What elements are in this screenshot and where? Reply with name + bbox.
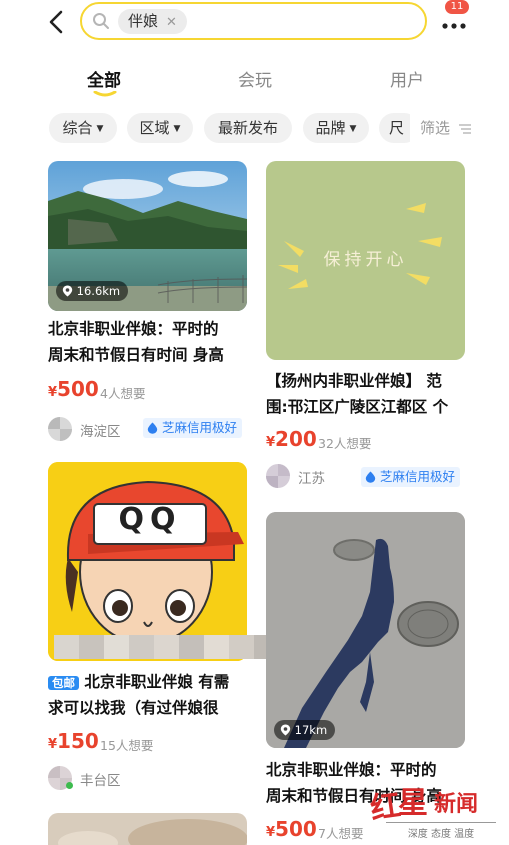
listing-photo-lake: 16.6km <box>48 161 247 311</box>
distance-text: 16.6km <box>76 284 121 298</box>
location-pin-icon <box>280 724 291 736</box>
credit-text: 芝麻信用极好 <box>379 469 455 484</box>
search-query-text: 伴娘 <box>128 12 159 30</box>
clear-chip-icon[interactable]: ✕ <box>166 15 177 30</box>
location-pin-icon <box>62 285 73 297</box>
watermark-slogan: 深度 态度 温度 <box>386 822 496 840</box>
online-status-dot <box>66 782 73 789</box>
sesame-credit-icon <box>365 471 376 483</box>
distance-text: 17km <box>294 723 328 737</box>
watermark-char: 星 <box>398 786 428 821</box>
price-value: 500 <box>275 817 317 841</box>
tab-users[interactable]: 用户 <box>390 66 424 91</box>
price-value: 500 <box>57 377 99 401</box>
more-options-icon[interactable] <box>440 12 468 32</box>
filter-comprehensive[interactable]: 综合 ▼ <box>49 113 117 143</box>
credit-badge: 芝麻信用极好 <box>361 467 460 487</box>
listing-title-line: 围:邗江区广陵区江都区 个 <box>266 398 449 416</box>
filter-brand-label: 品牌 <box>315 119 346 137</box>
tab-all[interactable]: 全部 <box>87 66 121 91</box>
search-icon <box>93 13 109 29</box>
filter-panel-label: 筛选 <box>420 119 451 137</box>
free-shipping-tag: 包邮 <box>48 676 79 690</box>
filter-latest[interactable]: 最新发布 <box>204 113 292 143</box>
caret-down-icon: ▼ <box>96 124 104 134</box>
listing-photo-qq: QQ <box>48 462 247 661</box>
listing-photo-partial[interactable] <box>48 813 247 845</box>
caret-down-icon: ▼ <box>173 124 181 134</box>
back-arrow-icon[interactable] <box>44 8 70 36</box>
partial-photo-image <box>48 813 247 845</box>
search-box[interactable]: 伴娘 ✕ <box>80 2 427 40</box>
image-caption: 保持开心 <box>323 250 408 270</box>
distance-badge: 16.6km <box>56 281 129 301</box>
price: ¥500 <box>266 817 317 841</box>
tab-play[interactable]: 会玩 <box>238 66 272 91</box>
shadow-street-image <box>266 512 465 748</box>
credit-text: 芝麻信用极好 <box>161 420 237 435</box>
listing-photo-shadow: 17km <box>266 512 465 748</box>
tab-active-underline <box>93 91 117 97</box>
want-count: 32人想要 <box>318 436 372 451</box>
listing-title-text: 北京非职业伴娘 有需 <box>84 673 230 691</box>
cap-logo-text: QQ <box>118 502 182 537</box>
listing-title-line: 周末和节假日有时间 身高 <box>48 346 224 364</box>
listing-photo-green: 保持开心 <box>266 161 465 360</box>
filter-panel-button[interactable]: 筛选 <box>410 113 509 143</box>
listing-title-line: 北京非职业伴娘：平时的 <box>266 761 437 779</box>
price: ¥500 <box>48 377 99 401</box>
seller-region: 江苏 <box>298 471 325 487</box>
filter-brand[interactable]: 品牌 ▼ <box>303 113 369 143</box>
price: ¥150 <box>48 729 99 753</box>
caret-down-icon: ▼ <box>349 124 357 134</box>
filter-lines-icon <box>458 124 471 134</box>
credit-badge: 芝麻信用极好 <box>143 418 242 438</box>
listing-title-line: 北京非职业伴娘：平时的 <box>48 320 219 338</box>
listing-card[interactable]: 保持开心 【扬州内非职业伴娘】 范 围:邗江区广陵区江都区 个 ¥200 32人… <box>266 161 465 491</box>
filter-area-label: 区域 <box>139 119 170 137</box>
seller-region: 丰台区 <box>80 773 121 789</box>
seller-region: 海淀区 <box>80 424 121 440</box>
price: ¥200 <box>266 427 317 451</box>
currency-symbol: ¥ <box>266 825 276 840</box>
currency-symbol: ¥ <box>48 737 58 752</box>
watermark-char: 新闻 <box>434 791 479 817</box>
listing-title-line: 包邮 北京非职业伴娘 有需 <box>48 669 247 695</box>
price-value: 150 <box>57 729 99 753</box>
price-value: 200 <box>275 427 317 451</box>
search-query-chip[interactable]: 伴娘 ✕ <box>118 9 187 34</box>
filter-latest-label: 最新发布 <box>217 119 278 137</box>
listing-card[interactable]: 16.6km 北京非职业伴娘：平时的 周末和节假日有时间 身高 ¥500 4人想… <box>48 161 247 441</box>
message-count-badge: 11 <box>445 0 469 14</box>
listing-title-line: 【扬州内非职业伴娘】 范 <box>266 372 442 390</box>
listing-card[interactable]: QQ 包邮 北京非职业伴娘 有需 求可以找我（有过伴娘很 ¥150 15人想要 … <box>48 462 279 792</box>
filter-comprehensive-label: 综合 <box>62 119 93 137</box>
listing-title-line: 求可以找我（有过伴娘很 <box>48 699 219 717</box>
avatar[interactable] <box>48 417 72 441</box>
qq-cartoon-image <box>48 462 247 661</box>
currency-symbol: ¥ <box>266 435 276 450</box>
mosaic-blur <box>54 635 279 659</box>
sesame-credit-icon <box>147 422 158 434</box>
filter-size-label: 尺 <box>389 119 405 137</box>
want-count: 15人想要 <box>100 738 154 753</box>
currency-symbol: ¥ <box>48 385 58 400</box>
want-count: 4人想要 <box>100 386 146 401</box>
want-count: 7人想要 <box>318 826 364 841</box>
filter-area[interactable]: 区域 ▼ <box>127 113 193 143</box>
distance-badge: 17km <box>274 720 336 740</box>
